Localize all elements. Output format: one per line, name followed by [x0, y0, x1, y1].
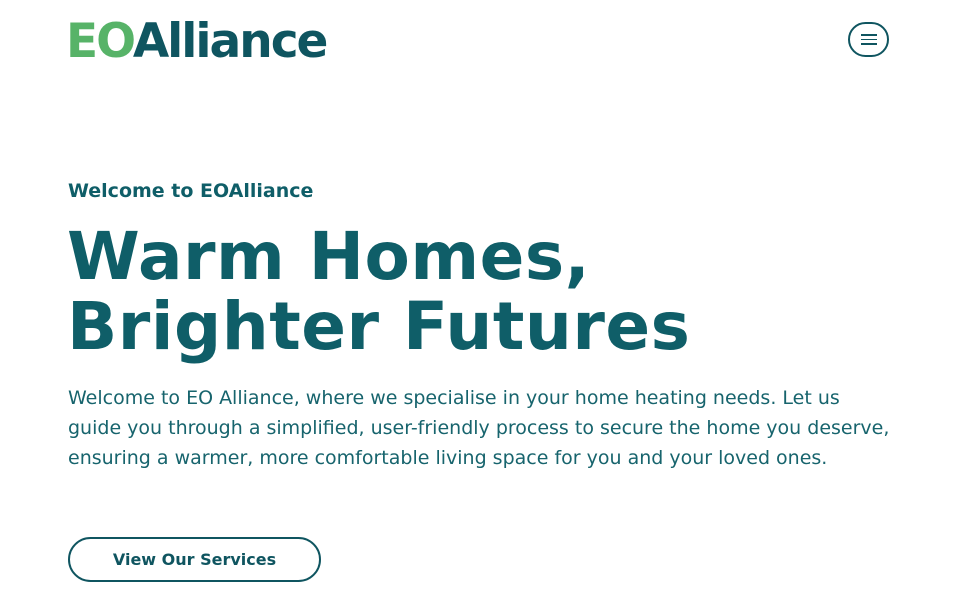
site-header: EOAlliance [0, 0, 960, 90]
eoalliance-logo[interactable]: EOAlliance [66, 12, 329, 72]
hero-eyebrow: Welcome to EOAlliance [68, 180, 314, 202]
menu-button[interactable] [848, 22, 889, 57]
logo-alliance: Alliance [132, 14, 329, 69]
headline-line-2: Brighter Futures [67, 288, 691, 365]
hero-headline: Warm Homes, Brighter Futures [67, 222, 887, 362]
hero-intro-text: Welcome to EO Alliance, where we special… [68, 387, 890, 469]
logo-eo: EO [66, 14, 135, 69]
view-our-services-button[interactable]: View Our Services [68, 537, 321, 582]
headline-line-1: Warm Homes, [67, 218, 591, 295]
hamburger-menu-icon [860, 34, 877, 45]
